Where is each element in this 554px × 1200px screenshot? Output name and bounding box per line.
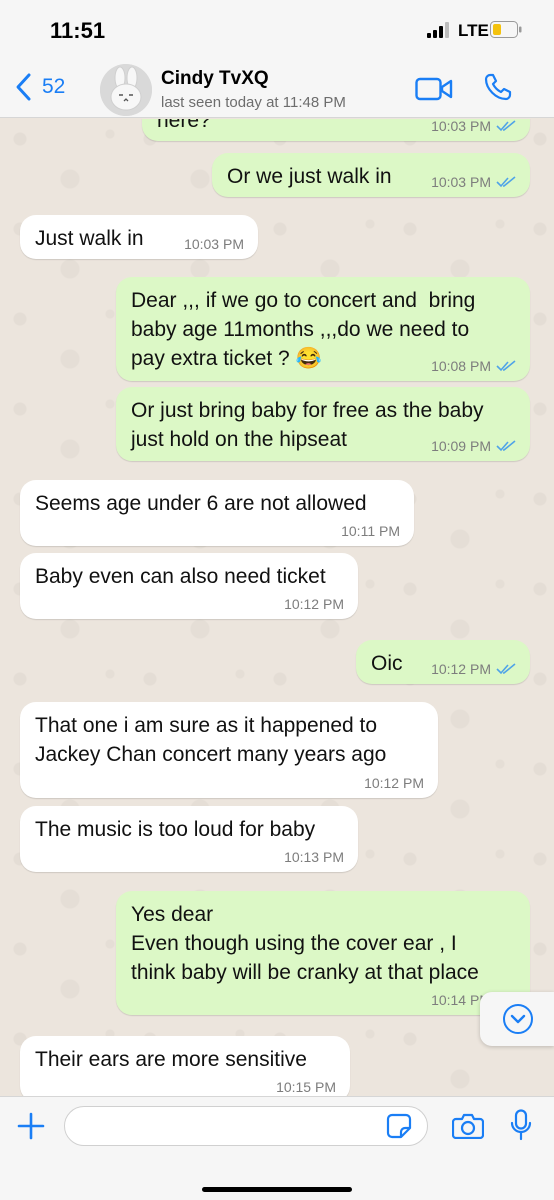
message-bubble[interactable]: Or we just walk in 10:03 PM bbox=[212, 153, 530, 197]
message-bubble[interactable]: Seems age under 6 are not allowed 10:11 … bbox=[20, 480, 414, 546]
message-bubble[interactable]: Baby even can also need ticket 10:12 PM bbox=[20, 553, 358, 619]
double-check-icon bbox=[496, 360, 516, 372]
message-time: 10:03 PM bbox=[184, 236, 244, 252]
last-seen-status: last seen today at 11:48 PM bbox=[161, 94, 346, 111]
signal-icon bbox=[427, 22, 449, 38]
microphone-icon[interactable] bbox=[510, 1109, 532, 1141]
message-bubble[interactable]: That one i am sure as it happened to Jac… bbox=[20, 702, 438, 798]
message-list[interactable]: here? 10:03 PM Or we just walk in 10:03 … bbox=[0, 119, 554, 1096]
message-text: Seems age under 6 are not allowed bbox=[35, 492, 367, 515]
message-text: Yes dear Even though using the cover ear… bbox=[131, 903, 479, 984]
message-bubble[interactable]: here? 10:03 PM bbox=[142, 119, 530, 141]
message-bubble[interactable]: Their ears are more sensitive 10:15 PM bbox=[20, 1036, 350, 1096]
video-call-icon[interactable] bbox=[415, 76, 453, 102]
message-text: Baby even can also need ticket bbox=[35, 565, 326, 588]
chevron-down-circle-icon bbox=[503, 1004, 533, 1034]
message-bubble[interactable]: Yes dear Even though using the cover ear… bbox=[116, 891, 530, 1015]
message-bubble[interactable]: Oic 10:12 PM bbox=[356, 640, 530, 684]
message-bubble[interactable]: Or just bring baby for free as the baby … bbox=[116, 387, 530, 461]
message-time: 10:13 PM bbox=[284, 849, 344, 865]
message-text: The music is too loud for baby bbox=[35, 818, 316, 841]
message-input[interactable] bbox=[64, 1106, 428, 1146]
message-time: 10:03 PM bbox=[431, 119, 491, 134]
chevron-left-icon bbox=[16, 73, 31, 101]
message-time: 10:03 PM bbox=[431, 174, 491, 190]
unread-count: 52 bbox=[42, 75, 66, 98]
message-bubble[interactable]: The music is too loud for baby 10:13 PM bbox=[20, 806, 358, 872]
message-text: Their ears are more sensitive bbox=[35, 1048, 307, 1071]
double-check-icon bbox=[496, 440, 516, 452]
message-time: 10:12 PM bbox=[284, 596, 344, 612]
double-check-icon bbox=[496, 663, 516, 675]
message-bubble[interactable]: Just walk in 10:03 PM bbox=[20, 215, 258, 259]
composer-bar bbox=[0, 1096, 554, 1200]
status-time: 11:51 bbox=[50, 18, 106, 43]
back-button[interactable]: 52 bbox=[14, 72, 65, 102]
message-time: 10:09 PM bbox=[431, 438, 491, 454]
camera-icon[interactable] bbox=[452, 1113, 484, 1139]
message-time: 10:15 PM bbox=[276, 1079, 336, 1095]
bunny-avatar-icon bbox=[100, 64, 152, 116]
avatar[interactable] bbox=[100, 64, 152, 116]
plus-icon[interactable] bbox=[16, 1111, 46, 1141]
message-text: That one i am sure as it happened to Jac… bbox=[35, 714, 387, 766]
scroll-to-bottom-button[interactable] bbox=[480, 992, 554, 1046]
phone-icon[interactable] bbox=[483, 72, 513, 102]
message-bubble[interactable]: Dear ,,, if we go to concert and bring b… bbox=[116, 277, 530, 381]
battery-icon bbox=[490, 21, 522, 38]
message-time: 10:08 PM bbox=[431, 358, 491, 374]
home-indicator bbox=[202, 1187, 352, 1192]
message-time: 10:11 PM bbox=[341, 523, 400, 539]
status-bar: 11:51 LTE bbox=[0, 0, 554, 58]
contact-name[interactable]: Cindy TvXQ bbox=[161, 68, 269, 90]
chat-header: 52 Cindy TvXQ last seen today at 11:48 P… bbox=[0, 58, 554, 118]
message-time: 10:12 PM bbox=[364, 775, 424, 791]
sticker-icon[interactable] bbox=[386, 1113, 412, 1139]
double-check-icon bbox=[496, 176, 516, 188]
double-check-icon bbox=[496, 120, 516, 132]
network-type: LTE bbox=[458, 21, 489, 40]
message-time: 10:12 PM bbox=[431, 661, 491, 677]
